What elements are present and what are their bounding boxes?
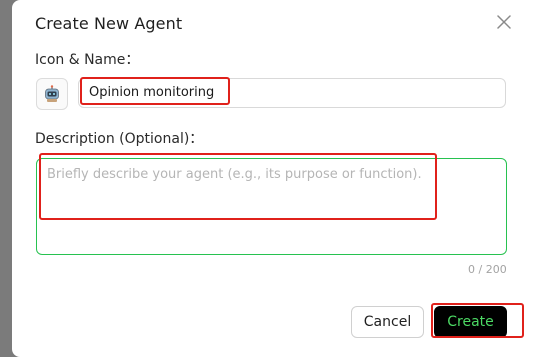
character-counter: 0 / 200 — [468, 263, 507, 276]
robot-icon — [45, 85, 59, 102]
create-button[interactable]: Create — [434, 306, 507, 338]
agent-name-input[interactable]: Opinion monitoring — [78, 78, 506, 108]
cancel-button[interactable]: Cancel — [351, 306, 424, 338]
create-agent-dialog: Create New Agent Icon & Name： Opinion mo… — [12, 0, 535, 357]
agent-icon-picker[interactable] — [36, 78, 68, 110]
icon-name-label: Icon & Name： — [35, 52, 140, 68]
dialog-title: Create New Agent — [35, 14, 183, 33]
description-label: Description (Optional)： — [35, 131, 204, 147]
description-textarea[interactable]: Briefly describe your agent (e.g., its p… — [36, 158, 507, 255]
close-icon[interactable] — [492, 10, 516, 34]
